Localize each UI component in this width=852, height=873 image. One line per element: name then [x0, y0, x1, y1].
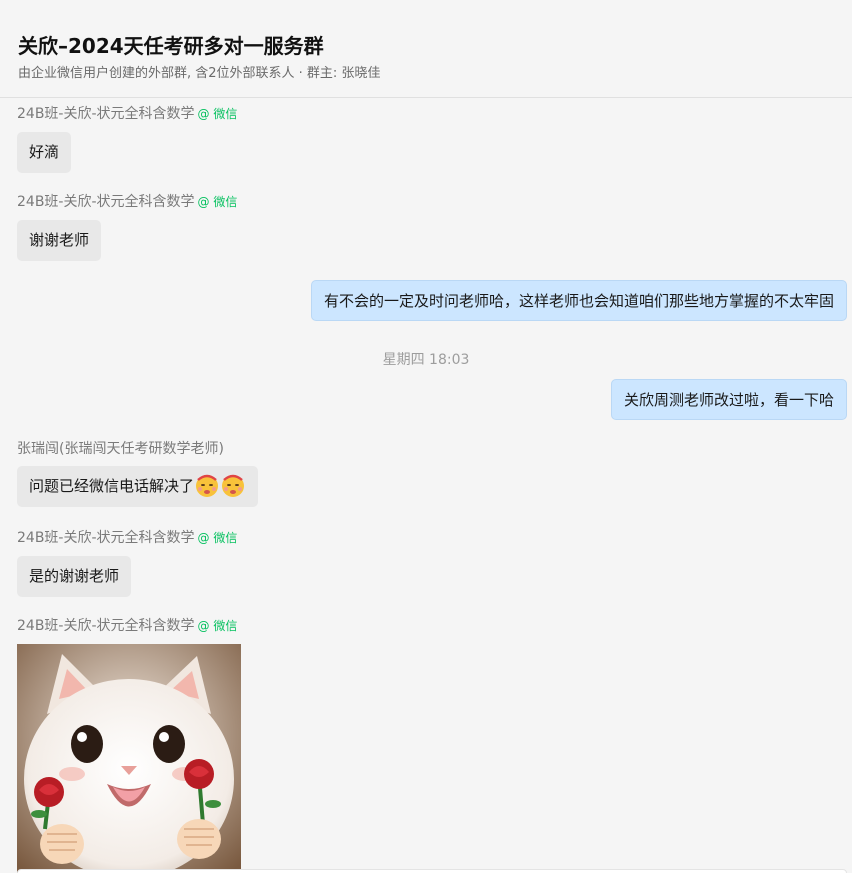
wechat-tag: @ 微信 — [197, 107, 238, 121]
message-bubble[interactable]: 问题已经微信电话解决了 — [17, 466, 259, 507]
sender-name: 24B班-关欣-状元全科含数学 — [17, 618, 195, 634]
wechat-tag: @ 微信 — [197, 531, 238, 545]
sender-name: 24B班-关欣-状元全科含数学 — [17, 194, 195, 210]
sender-name: 24B班-关欣-状元全科含数学 — [17, 106, 195, 122]
wechat-tag: @ 微信 — [197, 619, 238, 633]
message-sender[interactable]: 24B班-关欣-状元全科含数学 @ 微信 — [17, 192, 237, 212]
kiss-emoji-icon — [222, 474, 245, 497]
sender-name: 张瑞闯(张瑞闯天任考研数学老师) — [17, 441, 224, 457]
kiss-emoji-icon — [196, 474, 219, 497]
time-divider: 星期四 18:03 — [382, 352, 470, 368]
message-bubble[interactable]: 谢谢老师 — [17, 220, 102, 261]
message-bubble-outgoing[interactable]: 有不会的一定及时问老师哈，这样老师也会知道咱们那些地方掌握的不太牢固 — [310, 280, 847, 321]
cat-sticker-image[interactable] — [17, 644, 241, 873]
message-bubble[interactable]: 好滴 — [17, 132, 72, 173]
chat-title: 关欣–2024天任考研多对一服务群 — [18, 34, 324, 58]
message-bubble-outgoing[interactable]: 关欣周测老师改过啦，看一下哈 — [610, 379, 847, 420]
message-text: 问题已经微信电话解决了 — [29, 477, 195, 495]
message-input-edge[interactable] — [17, 869, 847, 873]
message-bubble[interactable]: 是的谢谢老师 — [17, 556, 132, 597]
cat-with-roses-icon — [17, 644, 241, 873]
wechat-tag: @ 微信 — [197, 195, 238, 209]
message-sender[interactable]: 24B班-关欣-状元全科含数学 @ 微信 — [17, 104, 237, 124]
message-feed[interactable]: 24B班-关欣-状元全科含数学 @ 微信 好滴 24B班-关欣-状元全科含数学 @ … — [0, 98, 852, 873]
sender-name: 24B班-关欣-状元全科含数学 — [17, 530, 195, 546]
message-sender[interactable]: 24B班-关欣-状元全科含数学 @ 微信 — [17, 616, 237, 636]
chat-subtitle: 由企业微信用户创建的外部群, 含2位外部联系人 · 群主: 张晓佳 — [18, 66, 381, 81]
message-sender[interactable]: 张瑞闯(张瑞闯天任考研数学老师) — [17, 439, 224, 459]
message-sender[interactable]: 24B班-关欣-状元全科含数学 @ 微信 — [17, 528, 237, 548]
chat-header: 关欣–2024天任考研多对一服务群 由企业微信用户创建的外部群, 含2位外部联系… — [0, 0, 852, 98]
